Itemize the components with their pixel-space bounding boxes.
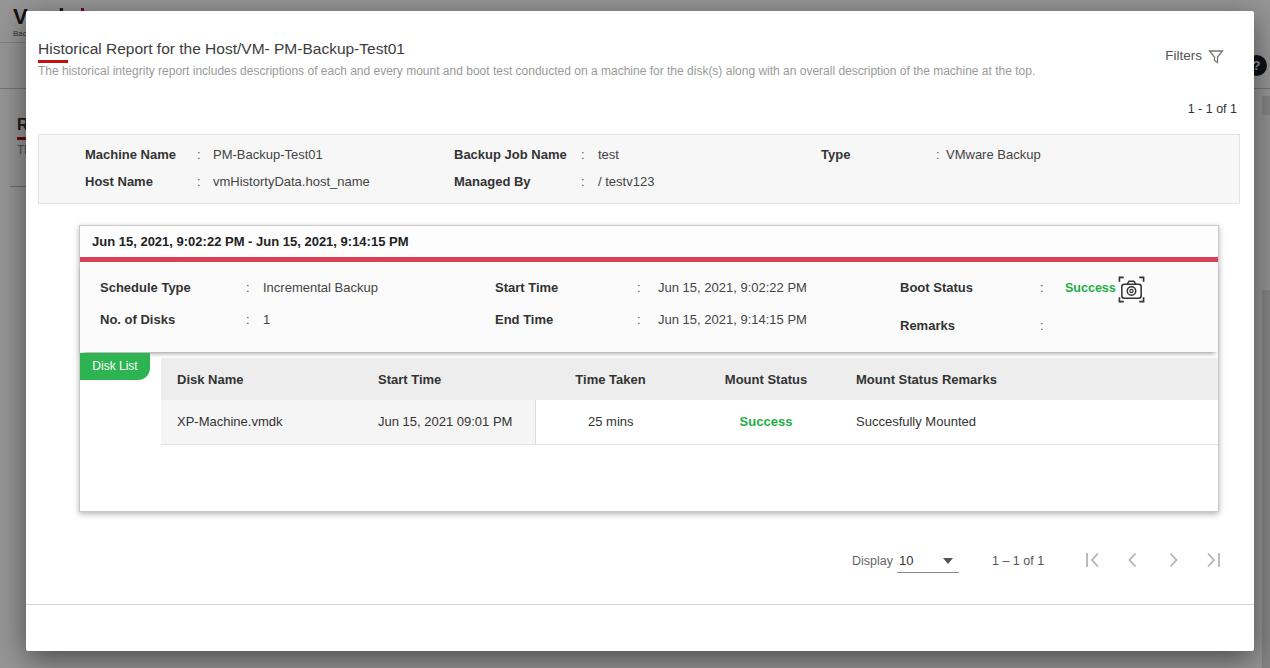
title-underline	[38, 60, 68, 63]
colon: :	[581, 147, 585, 162]
cell-mount-status-remarks: Succesfully Mounted	[846, 400, 1218, 444]
col-mount-status: Mount Status	[686, 358, 846, 400]
boot-status-value: Success	[1065, 281, 1116, 295]
end-time-value: Jun 15, 2021, 9:14:15 PM	[658, 312, 807, 327]
previous-page-button[interactable]	[1122, 549, 1144, 571]
schedule-type-label: Schedule Type	[100, 280, 191, 295]
first-page-button[interactable]	[1082, 549, 1104, 571]
cell-disk-name: XP-Machine.vmdk	[161, 400, 368, 444]
colon: :	[197, 147, 201, 162]
type-label: Type	[821, 147, 850, 162]
machine-name-value: PM-Backup-Test01	[213, 147, 323, 162]
disk-list-tab[interactable]: Disk List	[80, 353, 150, 380]
cell-time-taken: 25 mins	[535, 400, 686, 444]
dialog-subtitle: The historical integrity report includes…	[38, 64, 1138, 78]
last-page-button[interactable]	[1202, 549, 1224, 571]
schedule-details: Schedule Type : Incremental Backup No. o…	[80, 262, 1218, 352]
no-of-disks-label: No. of Disks	[100, 312, 175, 327]
disk-table-row[interactable]: XP-Machine.vmdk Jun 15, 2021 09:01 PM 25…	[161, 400, 1218, 444]
historical-report-dialog: Historical Report for the Host/VM- PM-Ba…	[26, 11, 1254, 651]
schedule-type-value: Incremental Backup	[263, 280, 378, 295]
filter-icon[interactable]	[1208, 49, 1224, 65]
end-time-label: End Time	[495, 312, 553, 327]
colon: :	[1040, 280, 1044, 295]
page-size-value: 10	[899, 553, 913, 568]
col-time-taken: Time Taken	[535, 358, 686, 400]
dialog-title: Historical Report for the Host/VM- PM-Ba…	[38, 40, 405, 58]
backup-job-name-label: Backup Job Name	[454, 147, 567, 162]
col-mount-status-remarks: Mount Status Remarks	[846, 358, 1218, 400]
managed-by-value: / testv123	[598, 174, 654, 189]
page-size-select[interactable]: 10	[897, 549, 959, 573]
footer-divider	[26, 604, 1254, 605]
report-period-header: Jun 15, 2021, 9:02:22 PM - Jun 15, 2021,…	[80, 226, 1218, 257]
start-time-value: Jun 15, 2021, 9:02:22 PM	[658, 280, 807, 295]
backup-job-name-value: test	[598, 147, 619, 162]
start-time-label: Start Time	[495, 280, 558, 295]
screenshot-camera-icon[interactable]	[1117, 275, 1146, 304]
display-label: Display	[852, 554, 893, 568]
colon: :	[637, 312, 641, 327]
managed-by-label: Managed By	[454, 174, 531, 189]
colon: :	[246, 280, 250, 295]
disk-table-header-row: Disk Name Start Time Time Taken Mount St…	[161, 358, 1218, 400]
no-of-disks-value: 1	[263, 312, 270, 327]
col-disk-name: Disk Name	[161, 358, 368, 400]
colon: :	[246, 312, 250, 327]
cell-start-time: Jun 15, 2021 09:01 PM	[368, 400, 535, 444]
result-count: 1 - 1 of 1	[1188, 102, 1237, 116]
colon: :	[197, 174, 201, 189]
host-name-value: vmHistortyData.host_name	[213, 174, 370, 189]
colon: :	[637, 280, 641, 295]
boot-status-label: Boot Status	[900, 280, 973, 295]
host-name-label: Host Name	[85, 174, 153, 189]
machine-info-panel: Machine Name : PM-Backup-Test01 Host Nam…	[38, 134, 1240, 204]
colon: :	[1040, 318, 1044, 333]
machine-name-label: Machine Name	[85, 147, 176, 162]
type-value: VMware Backup	[946, 147, 1041, 162]
report-card: Jun 15, 2021, 9:02:22 PM - Jun 15, 2021,…	[79, 225, 1219, 512]
remarks-label: Remarks	[900, 318, 955, 333]
chevron-down-icon	[943, 558, 953, 564]
next-page-button[interactable]	[1162, 549, 1184, 571]
colon: :	[936, 147, 940, 162]
pagination-range: 1 – 1 of 1	[992, 554, 1044, 568]
col-start-time: Start Time	[368, 358, 535, 400]
filters-button-label[interactable]: Filters	[1165, 48, 1202, 63]
disk-table: Disk Name Start Time Time Taken Mount St…	[161, 358, 1218, 445]
cell-mount-status: Success	[686, 400, 846, 444]
colon: :	[581, 174, 585, 189]
